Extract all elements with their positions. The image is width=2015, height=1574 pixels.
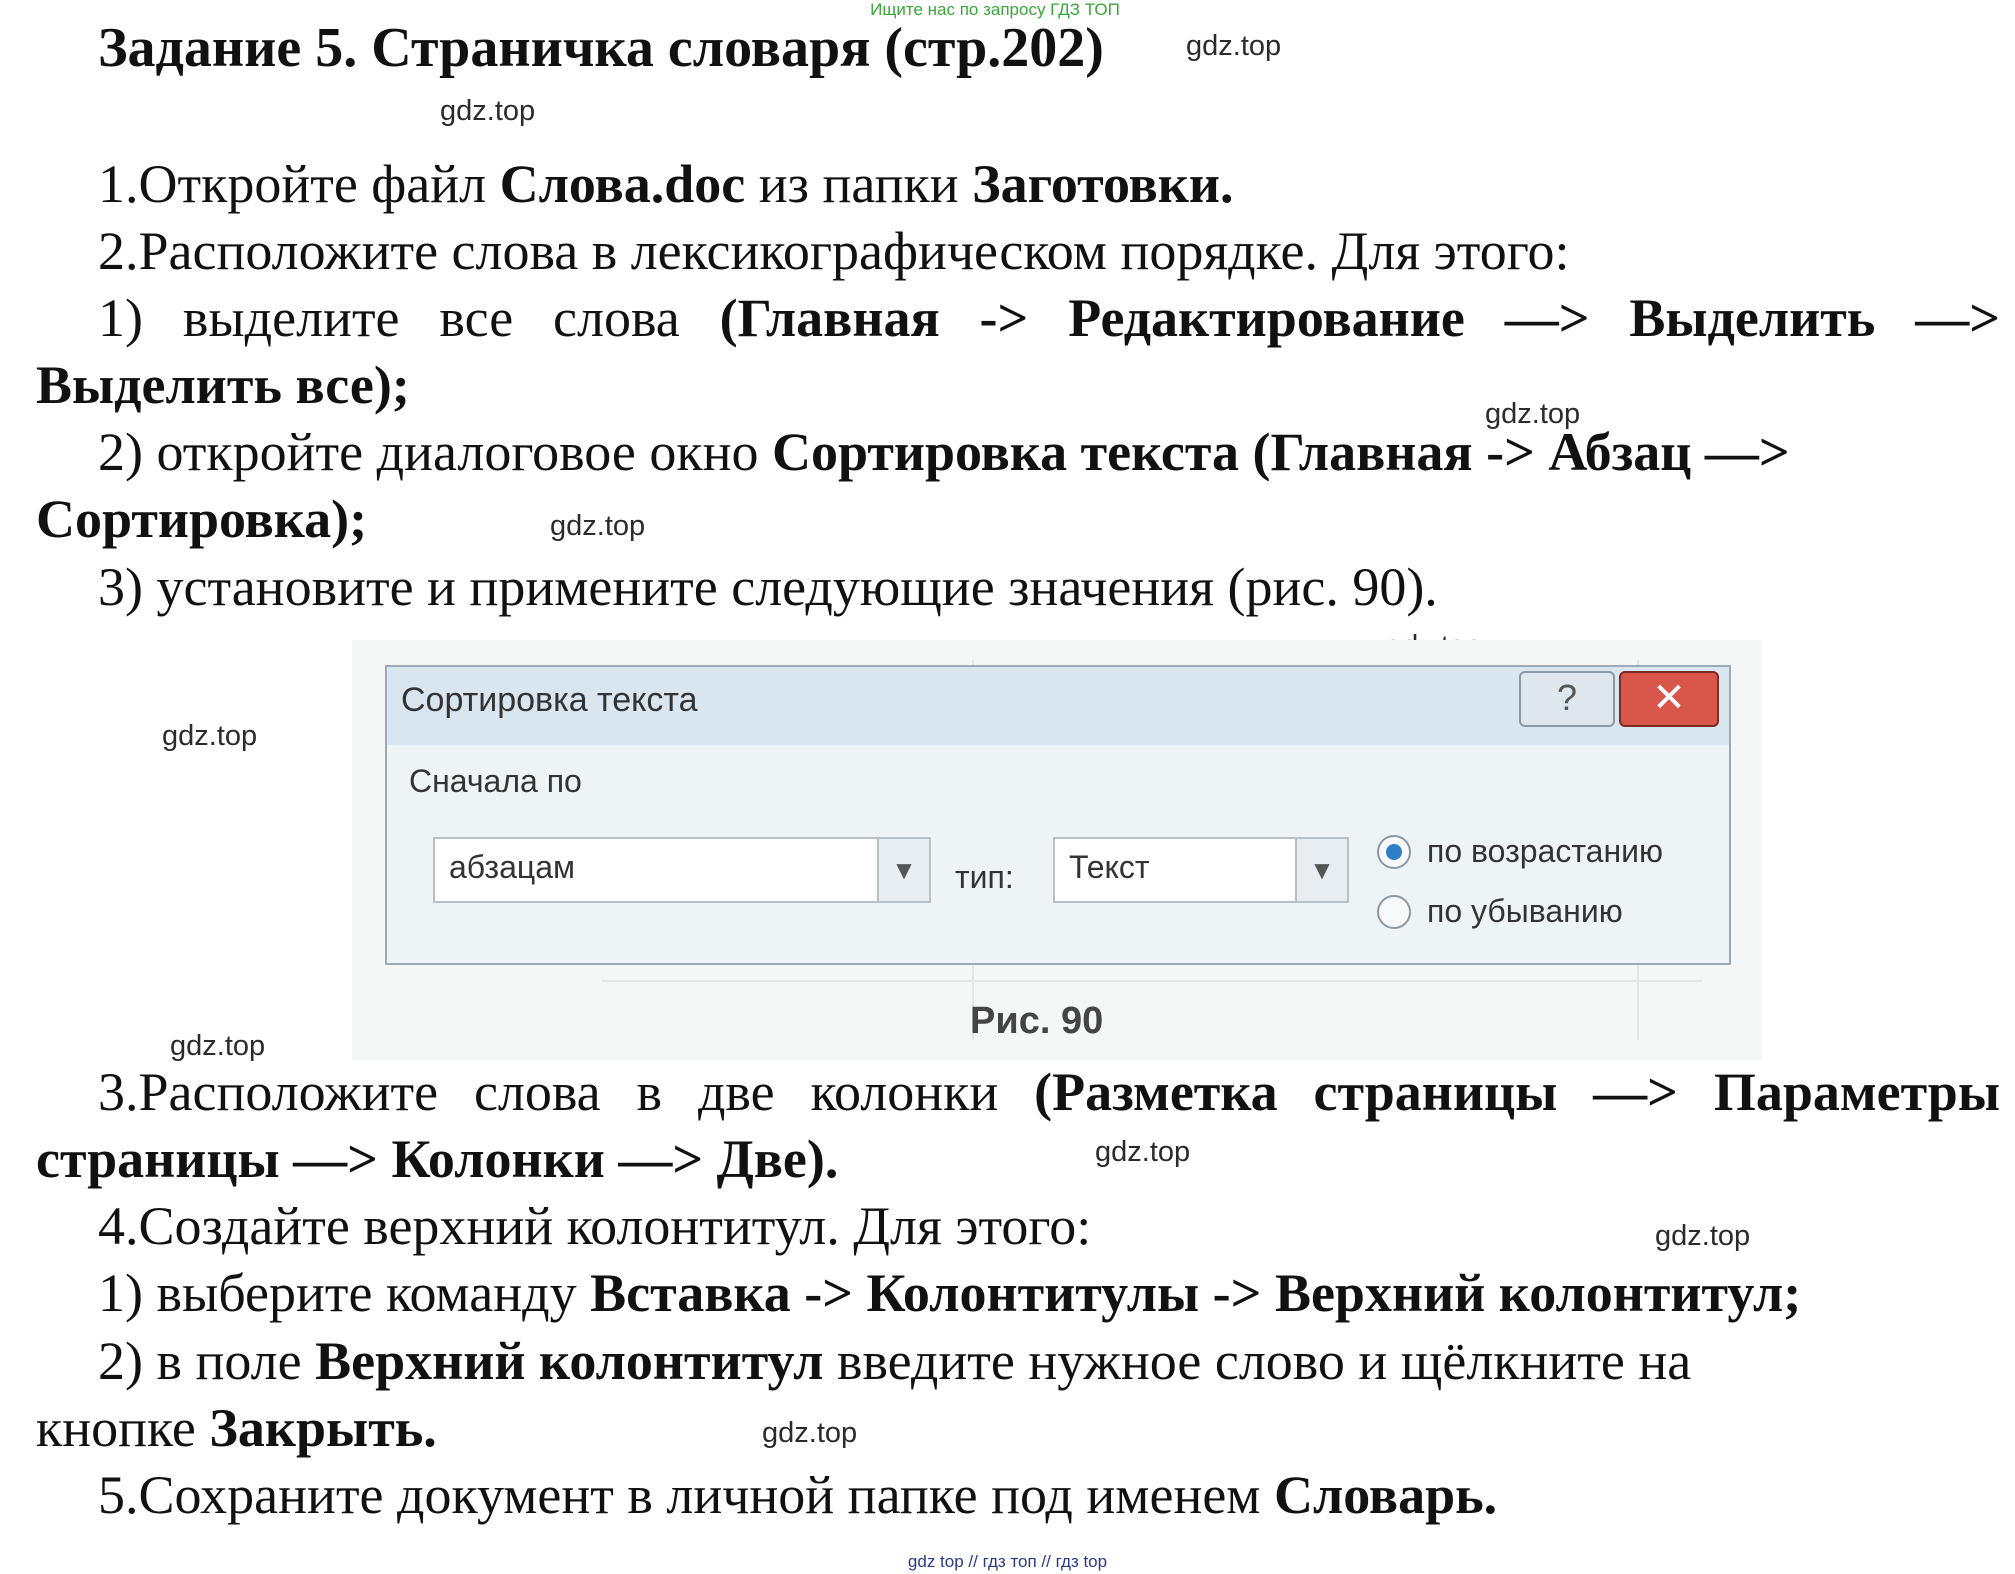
substep-5-button: Закрыть. (209, 1398, 437, 1458)
watermark: gdz.top (170, 1030, 266, 1062)
watermark: gdz.top (1095, 1136, 1191, 1168)
step-5-text: 5.Сохраните документ в личной папке под … (98, 1465, 1274, 1525)
sort-text-dialog: Сортировка текста ? ✕ Сначала по абзацам… (385, 665, 1731, 965)
type-value: Текст (1069, 849, 1150, 885)
watermark: gdz.top (762, 1417, 858, 1449)
step-5: 5.Сохраните документ в личной папке под … (98, 1463, 1497, 1527)
substep-4-path: Вставка -> Колонтитулы -> Верхний колонт… (590, 1263, 1802, 1323)
sort-by-label: Сначала по (409, 763, 582, 799)
substep-5-text-2: введите нужное слово и щёлкните на (823, 1331, 1692, 1391)
sort-by-select[interactable]: абзацам ▼ (433, 837, 931, 903)
step-3: 3.Расположите слова в две колонки (Разме… (98, 1060, 2000, 1124)
substep-5-text-3: кнопке (36, 1398, 210, 1458)
substep-5: 2) в поле Верхний колонтитул введите нуж… (98, 1329, 1691, 1393)
dropdown-arrow-icon[interactable]: ▼ (1295, 839, 1347, 901)
step-1-text-2: из папки (745, 154, 973, 214)
descending-radio[interactable] (1377, 895, 1411, 929)
close-button[interactable]: ✕ (1619, 671, 1719, 727)
substep-4-text: 1) выберите команду (98, 1263, 591, 1323)
step-5-name: Словарь. (1273, 1465, 1498, 1525)
dialog-title: Сортировка текста (401, 681, 698, 719)
ascending-radio[interactable] (1377, 835, 1411, 869)
substep-1-path-end: Выделить все); (36, 355, 410, 415)
type-select[interactable]: Текст ▼ (1053, 837, 1349, 903)
descending-label[interactable]: по убыванию (1427, 893, 1623, 930)
substep-2-path-end: Сортировка); (36, 489, 368, 549)
step-1-text: 1.Откройте файл (98, 154, 500, 214)
help-icon: ? (1556, 677, 1578, 718)
substep-3: 3) установите и примените следующие знач… (98, 557, 1438, 617)
footer-links[interactable]: gdz top // гдз топ // гдз top (0, 1552, 2015, 1572)
type-label: тип: (955, 859, 1014, 895)
step-1-folder: Заготовки. (972, 154, 1234, 214)
substep-5-field: Верхний колонтитул (315, 1331, 824, 1391)
watermark: gdz.top (550, 510, 646, 542)
sort-by-value: абзацам (449, 849, 576, 885)
substep-4: 1) выберите команду Вставка -> Колонтиту… (98, 1261, 1801, 1325)
task-title: Задание 5. Страничка словаря (стр.202) (98, 17, 1104, 79)
dropdown-arrow-icon[interactable]: ▼ (877, 839, 929, 901)
step-3-path: (Разметка страницы —> Параметры (1034, 1062, 2000, 1122)
step-1: 1.Откройте файл Слова.doc из папки Загот… (98, 152, 1233, 216)
step-3-text: 3.Расположите слова в две колонки (98, 1062, 1035, 1122)
watermark: gdz.top (1655, 1220, 1751, 1252)
substep-1-path: (Главная -> Редактирование —> Выделить —… (719, 288, 2000, 348)
step-2: 2.Расположите слова в лексикографическом… (98, 221, 1570, 281)
close-icon: ✕ (1652, 676, 1686, 720)
substep-1-text: 1) выделите все слова (98, 288, 720, 348)
step-4: 4.Создайте верхний колонтитул. Для этого… (98, 1196, 1092, 1256)
watermark: gdz.top (440, 95, 536, 127)
figure-caption: Рис. 90 (970, 1000, 1104, 1042)
help-button[interactable]: ? (1519, 671, 1615, 727)
watermark: gdz.top (162, 720, 258, 752)
substep-2-path: Сортировка текста (Главная -> Абзац —> (772, 422, 1790, 482)
substep-5-text: 2) в поле (98, 1331, 316, 1391)
ascending-label[interactable]: по возрастанию (1427, 833, 1663, 870)
substep-2-text: 2) откройте диалоговое окно (98, 422, 773, 482)
step-3-path-end: страницы —> Колонки —> Две). (36, 1129, 839, 1189)
dialog-titlebar: Сортировка текста ? ✕ (387, 667, 1729, 745)
substep-5-end: кнопке Закрыть. (36, 1396, 437, 1460)
substep-1: 1) выделите все слова (Главная -> Редакт… (98, 286, 2000, 350)
step-1-file: Слова.doc (499, 154, 746, 214)
substep-2: 2) откройте диалоговое окно Сортировка т… (98, 420, 1790, 484)
watermark: gdz.top (1186, 30, 1282, 62)
